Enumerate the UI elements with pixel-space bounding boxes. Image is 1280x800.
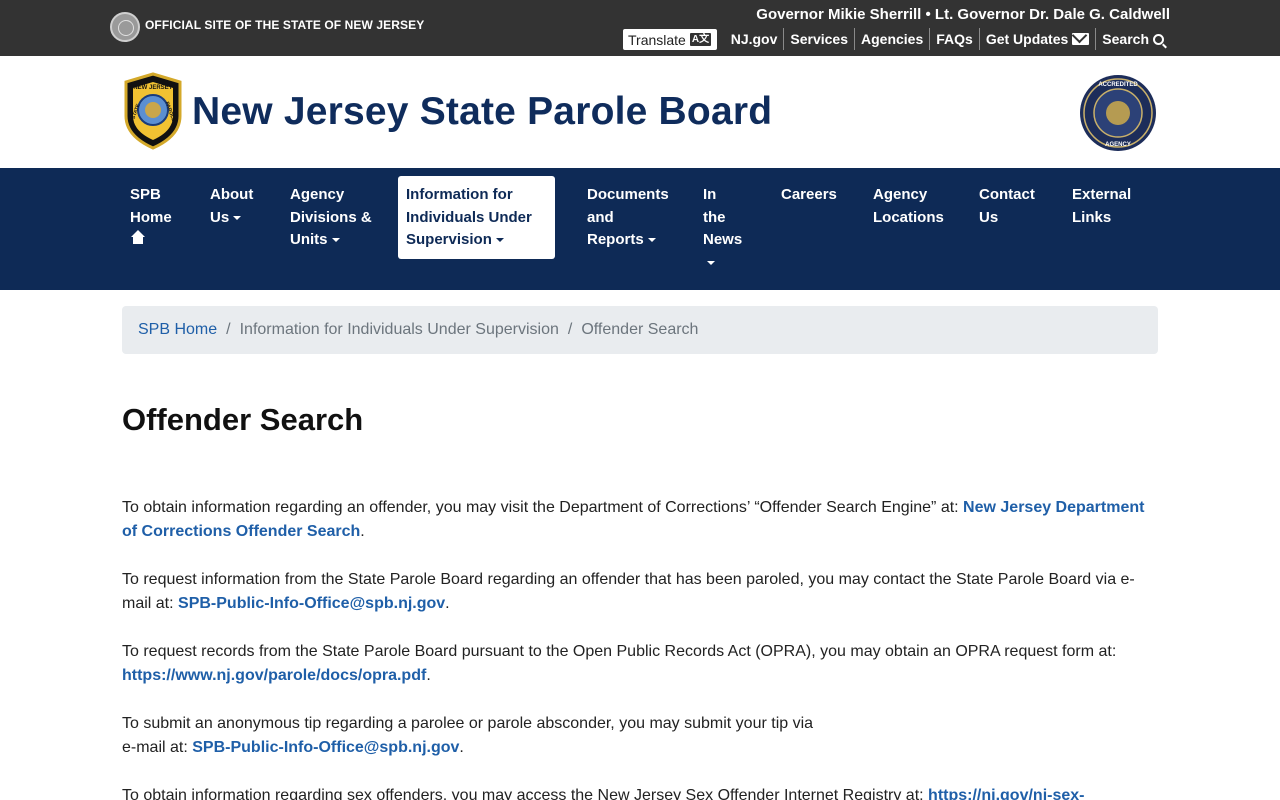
nj-state-seal-icon [110, 12, 140, 42]
main-content: To obtain information regarding an offen… [122, 496, 1158, 800]
paragraph-sex-offenders: To obtain information regarding sex offe… [122, 784, 1158, 800]
translate-icon: A文 [689, 33, 712, 46]
nav-label: Careers [781, 186, 837, 203]
breadcrumb-separator: / [226, 321, 231, 338]
nav-spb-home[interactable]: SPB Home [122, 176, 180, 260]
nav-label: Supervision [406, 231, 492, 248]
breadcrumb-separator: / [567, 321, 573, 338]
translate-button[interactable]: Translate A文 [623, 29, 717, 50]
search-label: Search [1102, 31, 1149, 47]
get-updates-label: Get Updates [985, 31, 1069, 47]
utility-link-services[interactable]: Services [783, 28, 854, 50]
nav-label: Locations [873, 208, 944, 226]
utility-link-faqs[interactable]: FAQs [929, 28, 979, 50]
nav-label: SPB [130, 186, 161, 203]
translate-label: Translate [628, 31, 686, 48]
nav-about-us[interactable]: About Us [202, 176, 261, 237]
state-bar: OFFICIAL SITE OF THE STATE OF NEW JERSEY… [0, 0, 1280, 56]
sex-offender-registry-link[interactable]: https://nj.gov/ni-sex- [928, 787, 1084, 800]
paragraph-paroled-info: To request information from the State Pa… [122, 571, 1135, 612]
nav-in-the-news[interactable]: In the News [695, 176, 750, 282]
breadcrumb-home[interactable]: SPB Home [138, 321, 217, 339]
home-icon [130, 230, 146, 244]
nav-contact-us[interactable]: Contact Us [971, 176, 1043, 237]
site-title[interactable]: New Jersey State Parole Board [192, 90, 772, 134]
breadcrumb: SPB Home / Information for Individuals U… [122, 306, 1158, 354]
nav-external-links[interactable]: External Links [1064, 176, 1139, 237]
nav-label: Units [290, 231, 328, 248]
nav-label: Us [210, 208, 230, 226]
utility-link-get-updates[interactable]: Get Updates [978, 28, 1095, 50]
chevron-down-icon [495, 238, 504, 243]
nav-label: Divisions & [290, 208, 372, 226]
nav-documents-reports[interactable]: Documents and Reports [579, 176, 677, 260]
paragraph-doc-search: To obtain information regarding an offen… [122, 499, 1145, 540]
nav-label: Us [979, 208, 999, 226]
site-header: NEW JERSEY STATE PAROLE New Jersey State… [0, 56, 1280, 168]
nav-label: News [703, 231, 743, 248]
nav-label: and [587, 208, 614, 226]
nav-label: External [1072, 186, 1132, 203]
chevron-down-icon [233, 215, 242, 220]
paragraph-opra: To request records from the State Parole… [122, 643, 1117, 684]
envelope-icon [1072, 33, 1090, 45]
utility-link-njgov[interactable]: NJ.gov [725, 28, 784, 50]
nav-label: Contact [979, 186, 1035, 203]
paragraph-anonymous-tip: To submit an anonymous tip regarding a p… [122, 715, 814, 756]
paragraph-text: To obtain information regarding an offen… [122, 499, 964, 516]
agency-text: AGENCY [1105, 142, 1131, 148]
utility-nav: NJ.gov Services Agencies FAQs Get Update… [725, 27, 1170, 51]
nav-label: In [703, 186, 717, 203]
utility-link-search[interactable]: Search [1095, 28, 1170, 50]
governor-text: Governor Mikie Sherrill • Lt. Governor D… [756, 6, 1170, 23]
nav-label: Agency [873, 186, 928, 203]
paragraph-text: To request records from the State Parole… [122, 643, 1117, 660]
chevron-down-icon [647, 238, 656, 243]
paragraph-text: To obtain information regarding sex offe… [122, 787, 929, 800]
nav-label: Links [1072, 208, 1112, 226]
chevron-down-icon [707, 260, 715, 265]
nav-label: Agency [290, 186, 345, 203]
nav-agency-locations[interactable]: Agency Locations [865, 176, 952, 237]
main-nav: SPB Home About Us Agency Divisions & Uni… [0, 168, 1280, 290]
utility-link-agencies[interactable]: Agencies [854, 28, 929, 50]
nav-label: Documents [587, 186, 669, 203]
chevron-down-icon [331, 238, 340, 243]
tip-email-link[interactable]: SPB-Public-Info-Office@spb.nj.gov [192, 739, 459, 756]
nav-label: Home [130, 208, 172, 226]
badge-text-top: NEW JERSEY [133, 85, 172, 91]
nav-label: the [703, 208, 726, 226]
parole-badge-logo[interactable]: NEW JERSEY STATE PAROLE [122, 72, 184, 150]
nav-label: Individuals Under [406, 208, 532, 226]
breadcrumb-parent: Information for Individuals Under Superv… [239, 321, 559, 338]
accredited-text: ACCREDITED [1098, 82, 1138, 88]
page-title: Offender Search [122, 402, 364, 437]
nav-label: Reports [587, 231, 644, 248]
nav-info-individuals[interactable]: Information for Individuals Under Superv… [398, 176, 555, 259]
nav-careers[interactable]: Careers [773, 176, 845, 215]
nav-label: Information for [406, 186, 513, 203]
breadcrumb-current: Offender Search [581, 321, 699, 338]
paragraph-text: To submit an anonymous tip regarding a p… [122, 715, 814, 732]
official-site-text: OFFICIAL SITE OF THE STATE OF NEW JERSEY [145, 18, 425, 32]
opra-form-link[interactable]: https://www.nj.gov/parole/docs/opra.pdf [122, 667, 426, 684]
paragraph-text: e-mail at: [122, 739, 193, 756]
public-info-email-link[interactable]: SPB-Public-Info-Office@spb.nj.gov [178, 595, 445, 612]
search-icon [1153, 33, 1164, 45]
nav-agency-divisions[interactable]: Agency Divisions & Units [282, 176, 380, 260]
nav-label: About [210, 186, 254, 203]
accreditation-seal-icon: ACCREDITED AGENCY [1080, 75, 1156, 151]
